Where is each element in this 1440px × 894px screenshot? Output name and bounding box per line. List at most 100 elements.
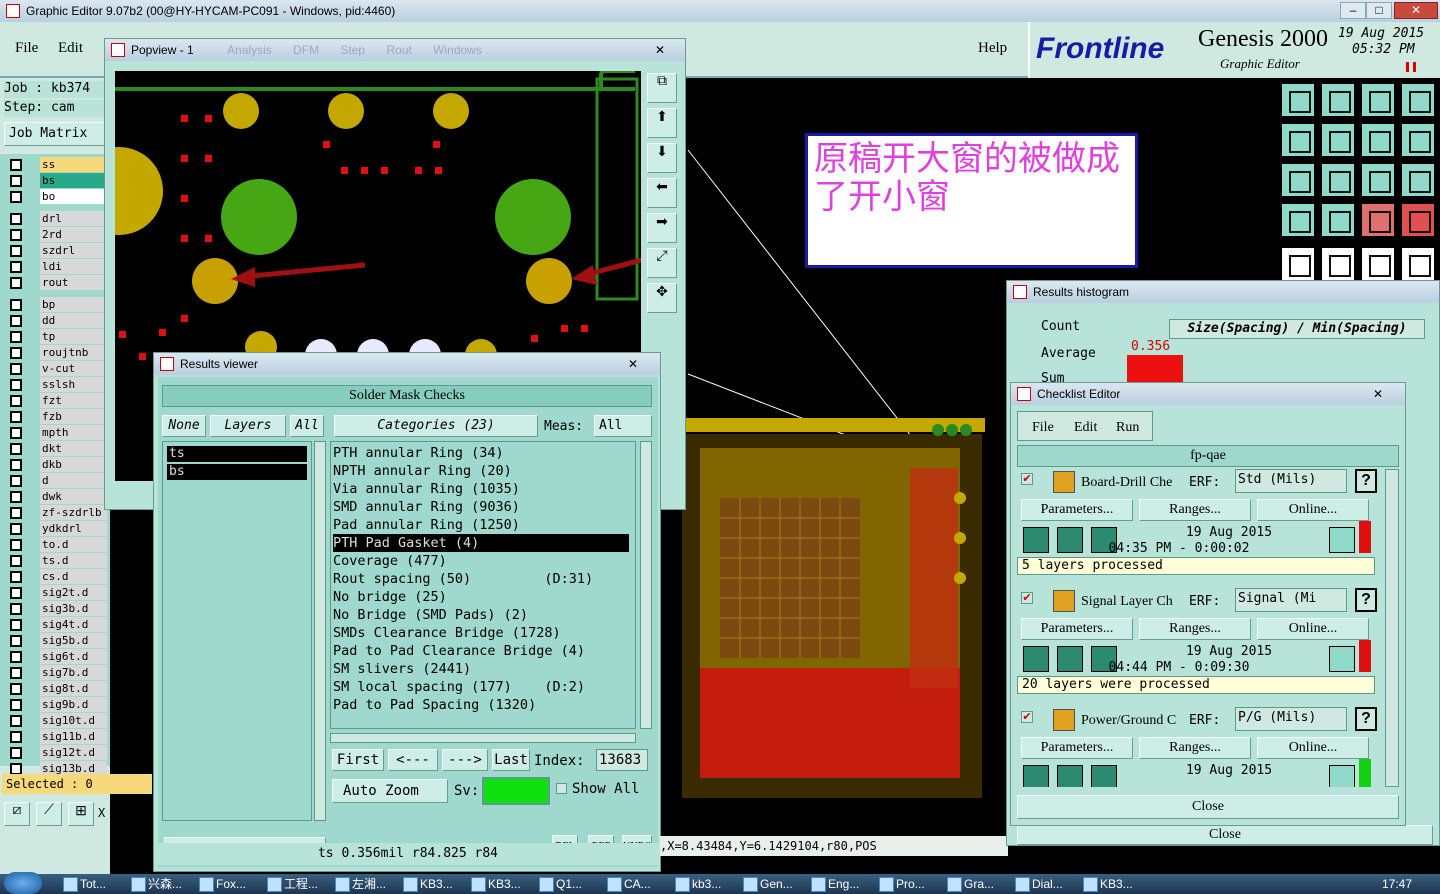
ranges-button[interactable]: Ranges... — [1139, 499, 1251, 521]
layer-row[interactable]: sig7b.d — [4, 664, 107, 680]
layers-scrollbar[interactable] — [314, 441, 326, 821]
category-item[interactable]: NPTH annular Ring (20) — [333, 462, 629, 480]
category-item[interactable]: Via annular Ring (1035) — [333, 480, 629, 498]
category-item[interactable]: Coverage (477) — [333, 552, 629, 570]
layer-checkbox[interactable] — [10, 715, 22, 727]
measure-tool-icon[interactable]: ⟋ — [36, 802, 62, 826]
all-layers-button[interactable]: All — [290, 415, 324, 437]
layer-row[interactable]: cs.d — [4, 568, 107, 584]
minimize-button[interactable]: – — [1340, 2, 1366, 19]
layer-row[interactable]: 2rd — [4, 226, 107, 242]
layer-row[interactable]: sig9b.d — [4, 696, 107, 712]
layer-name[interactable]: sig4t.d — [40, 617, 107, 632]
layer-row[interactable]: to.d — [4, 536, 107, 552]
layer-row[interactable]: fzb — [4, 408, 107, 424]
none-button[interactable]: None — [162, 415, 206, 437]
layer-row[interactable]: sig10t.d — [4, 712, 107, 728]
run-icon[interactable] — [1023, 765, 1049, 787]
taskbar-item[interactable]: KB3... — [1080, 874, 1144, 894]
layer-row[interactable]: roujtnb — [4, 344, 107, 360]
layer-row[interactable]: drl — [4, 210, 107, 226]
first-button[interactable]: First — [332, 749, 384, 771]
layer-name[interactable]: dd — [40, 313, 107, 328]
online-button[interactable]: Online... — [1257, 499, 1369, 521]
layer-checkbox[interactable] — [10, 277, 22, 289]
popview-menu-analysis[interactable]: Analysis — [227, 43, 272, 57]
erf-select[interactable]: P/G (Mils) — [1235, 707, 1347, 731]
prev-button[interactable]: <--- — [388, 749, 438, 771]
layer-checkbox[interactable] — [10, 411, 22, 423]
taskbar-item[interactable]: 工程... — [264, 874, 328, 894]
layer-checkbox[interactable] — [10, 299, 22, 311]
layer-checkbox[interactable] — [10, 213, 22, 225]
layer-name[interactable]: sig12t.d — [40, 745, 107, 760]
layer-name[interactable]: sig11b.d — [40, 729, 107, 744]
histogram-close-button[interactable]: Close — [1017, 825, 1433, 845]
categories-button[interactable]: Categories (23) — [334, 415, 538, 437]
layer-name[interactable]: drl — [40, 211, 107, 226]
layer-row[interactable]: fzt — [4, 392, 107, 408]
layers-button[interactable]: Layers — [210, 415, 286, 437]
layer-name[interactable]: dkt — [40, 441, 107, 456]
layer-checkbox[interactable] — [10, 443, 22, 455]
checklist-menu-file[interactable]: File — [1032, 420, 1054, 436]
window-icon[interactable] — [1400, 82, 1436, 118]
layer-checkbox[interactable] — [10, 619, 22, 631]
checklist-close-icon[interactable]: ✕ — [1373, 383, 1383, 405]
last-button[interactable]: Last — [492, 749, 530, 771]
scale-1-2-icon[interactable] — [1360, 162, 1396, 198]
home-icon[interactable] — [1360, 82, 1396, 118]
pan-right-icon[interactable] — [1320, 122, 1356, 158]
layer-checkbox[interactable] — [10, 347, 22, 359]
popview-tool-4-icon[interactable]: ⬅ — [647, 178, 677, 208]
ranges-button[interactable]: Ranges... — [1139, 618, 1251, 640]
layer-row[interactable]: dd — [4, 312, 107, 328]
layer-row[interactable]: zf-szdrlb — [4, 504, 107, 520]
taskbar-item[interactable]: Tot... — [60, 874, 124, 894]
maximize-button[interactable]: □ — [1366, 2, 1392, 19]
layer-name[interactable]: ldi — [40, 259, 107, 274]
category-item[interactable]: No Bridge (SMD Pads) (2) — [333, 606, 629, 624]
popview-menu-step[interactable]: Step — [340, 43, 365, 57]
zoom-result-icon[interactable] — [1329, 527, 1355, 553]
help-button-icon[interactable]: ? — [1355, 588, 1377, 612]
checklist-scrollbar[interactable] — [1385, 469, 1399, 787]
filter-icon[interactable] — [1280, 202, 1316, 238]
categories-scrollbar[interactable] — [640, 441, 652, 729]
layer-checkbox[interactable] — [10, 571, 22, 583]
layer-name[interactable]: 2rd — [40, 227, 107, 242]
layer-checkbox[interactable] — [10, 539, 22, 551]
taskbar-item[interactable]: KB3... — [468, 874, 532, 894]
params-button[interactable]: Parameters... — [1021, 618, 1133, 640]
layer-name[interactable]: bo — [40, 189, 107, 204]
layer-name[interactable]: to.d — [40, 537, 107, 552]
layer-row[interactable]: szdrl — [4, 242, 107, 258]
layer-checkbox[interactable] — [10, 245, 22, 257]
pan-left-icon[interactable] — [1280, 122, 1316, 158]
popview-tool-2-icon[interactable]: ⬆ — [647, 108, 677, 138]
layer-name[interactable]: szdrl — [40, 243, 107, 258]
layer-name[interactable]: dkb — [40, 457, 107, 472]
taskbar-item[interactable]: Pro... — [876, 874, 940, 894]
layer-row[interactable]: mpth — [4, 424, 107, 440]
layer-name[interactable]: ss — [40, 157, 107, 172]
menu-file[interactable]: File — [15, 40, 38, 57]
drc-alert-icon[interactable] — [1400, 202, 1436, 238]
erf-select[interactable]: Std (Mils) — [1235, 469, 1347, 493]
auto-zoom-select[interactable]: Auto Zoom — [332, 779, 448, 803]
layer-up-icon[interactable] — [1280, 82, 1316, 118]
stop-icon[interactable] — [1091, 765, 1117, 787]
grid-tool-icon[interactable]: ⊞ — [68, 802, 94, 826]
checklist-menu-edit[interactable]: Edit — [1074, 420, 1097, 436]
layer-checkbox[interactable] — [10, 523, 22, 535]
zoom-fit-icon[interactable] — [1360, 122, 1396, 158]
layer-row[interactable]: rout — [4, 274, 107, 290]
layer-checkbox[interactable] — [10, 667, 22, 679]
layer-item-bs[interactable]: bs — [167, 464, 307, 480]
layer-row[interactable]: sig11b.d — [4, 728, 107, 744]
layer-checkbox[interactable] — [10, 635, 22, 647]
layer-name[interactable]: zf-szdrlb — [40, 505, 107, 520]
check-enable-checkbox[interactable]: ✔ — [1021, 473, 1033, 485]
layer-name[interactable]: sig9b.d — [40, 697, 107, 712]
layer-row[interactable]: sig8t.d — [4, 680, 107, 696]
